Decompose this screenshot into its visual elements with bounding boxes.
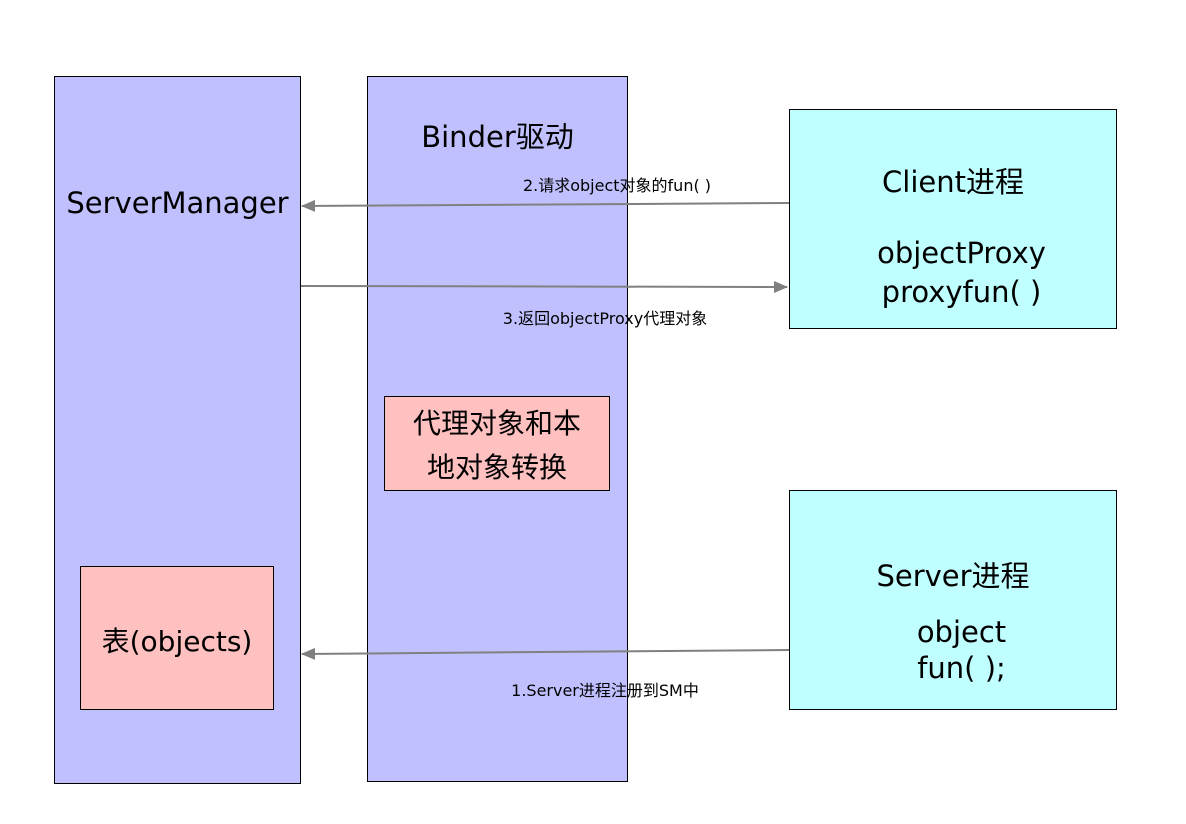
step3-label: 3.返回objectProxy代理对象: [502, 309, 708, 328]
arrow-register: [301, 647, 790, 660]
arrow-request: [301, 199, 790, 212]
step1-label: 1.Server进程注册到SM中: [511, 681, 699, 700]
step2-label: 2.请求object对象的fun( ): [522, 176, 712, 195]
arrow-return: [300, 280, 788, 293]
